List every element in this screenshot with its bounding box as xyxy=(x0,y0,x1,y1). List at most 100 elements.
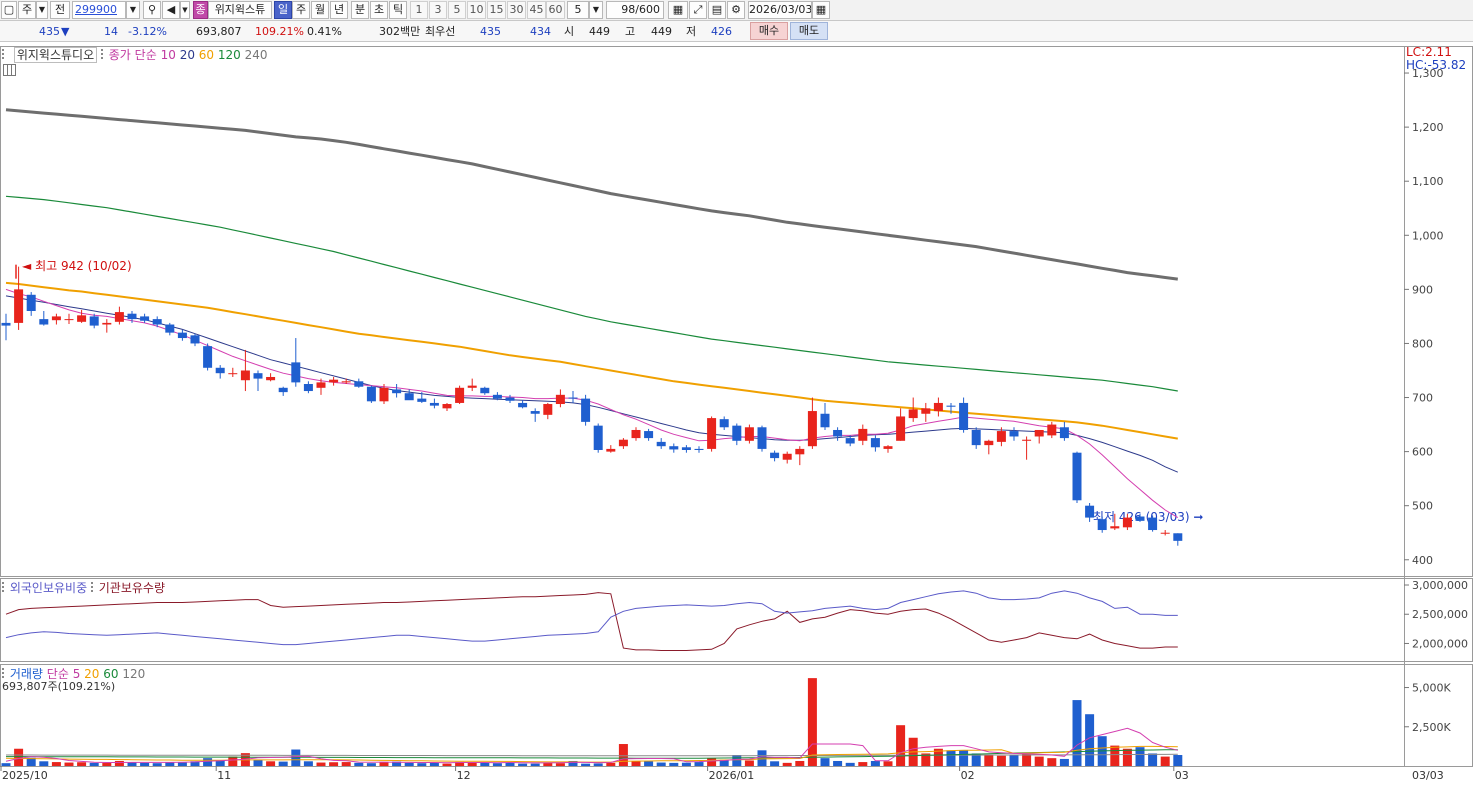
ma20-line xyxy=(5,295,1178,473)
volume-bar xyxy=(203,758,213,766)
save-icon[interactable]: ▤ xyxy=(708,1,726,19)
candle-body xyxy=(757,427,767,449)
candle-body xyxy=(1160,532,1170,534)
volume-bar xyxy=(770,761,780,766)
price-tick-label: 500 xyxy=(1412,500,1433,513)
candle-body xyxy=(1097,519,1107,531)
ma120-line xyxy=(5,195,1178,392)
volume-panel-frame xyxy=(0,664,1473,767)
interval-input[interactable]: 5 xyxy=(567,1,589,19)
volume-bar xyxy=(669,762,679,766)
candle-body xyxy=(316,382,326,388)
volume-bar xyxy=(341,762,351,766)
best-ask-label: 최우선 xyxy=(425,25,456,38)
prev-button[interactable]: 전 xyxy=(50,1,70,19)
holding-tick-label: 2,500,000 xyxy=(1412,608,1468,621)
step-1[interactable]: 1 xyxy=(410,1,428,19)
volume-bar xyxy=(782,762,792,766)
volume-bar xyxy=(1110,745,1120,766)
candle-body xyxy=(1135,516,1145,521)
week-toggle[interactable]: 주 xyxy=(18,1,36,19)
volume-bar xyxy=(1072,700,1082,766)
buy-button[interactable]: 매수 xyxy=(750,22,788,40)
sell-button[interactable]: 매도 xyxy=(790,22,828,40)
period-minute[interactable]: 분 xyxy=(351,1,369,19)
step-3[interactable]: 3 xyxy=(429,1,447,19)
candle-body xyxy=(656,441,666,447)
volume-bar xyxy=(858,762,868,766)
candle-body xyxy=(127,313,137,320)
candle-body xyxy=(555,394,565,405)
speaker-icon[interactable]: ◀ xyxy=(162,1,180,19)
volume-bar xyxy=(644,761,654,766)
search-icon[interactable]: ⚲ xyxy=(143,1,161,19)
period-tick[interactable]: 틱 xyxy=(389,1,407,19)
date-input[interactable]: 2026/03/03 xyxy=(748,1,812,19)
period-day[interactable]: 일 xyxy=(274,1,292,19)
candle-body xyxy=(782,453,792,460)
volume-bar xyxy=(984,755,994,766)
volume-bar xyxy=(833,760,843,766)
expand-icon[interactable]: ⤢ xyxy=(689,1,707,19)
volume-bar xyxy=(807,678,817,766)
candle-body xyxy=(870,438,880,448)
chart-toolbar: ▢ 주 ▼ 전 299900 ▼ ⚲ ◀ ▼ 종 위지윅스튜 일 주 월 년 분… xyxy=(0,0,1473,21)
interval-dropdown-icon[interactable]: ▼ xyxy=(589,1,603,19)
price-tick-label: 900 xyxy=(1412,283,1433,296)
candle-body xyxy=(190,335,200,344)
volume-bar xyxy=(505,762,515,766)
candle-body xyxy=(1009,431,1019,437)
candle-body xyxy=(455,387,465,403)
step-30[interactable]: 30 xyxy=(507,1,526,19)
candle-body xyxy=(39,319,49,325)
volume-bar xyxy=(518,763,528,766)
stock-type-badge: 종 xyxy=(193,1,208,19)
candle-body xyxy=(984,440,994,446)
volume-bar xyxy=(795,760,805,766)
x-tick-label: 03 xyxy=(1175,769,1189,782)
stock-chart[interactable]: 1,300 1,200 1,100 1,000 900 800 700 600 500 400 3,… xyxy=(0,42,1473,787)
volume-bar xyxy=(996,755,1006,766)
period-second[interactable]: 초 xyxy=(370,1,388,19)
period-year[interactable]: 년 xyxy=(330,1,348,19)
speaker-dropdown-icon[interactable]: ▼ xyxy=(180,1,190,19)
candle-body xyxy=(89,316,99,326)
price-tick-label: 600 xyxy=(1412,446,1433,459)
quote-bar: 435 ▼ 14 -3.12% 693,807 109.21% 0.41% 30… xyxy=(0,21,1473,42)
candle-body xyxy=(329,379,339,383)
scroll-icon[interactable]: ▦ xyxy=(668,1,688,19)
volume-bar xyxy=(316,762,326,766)
volume-bar xyxy=(77,762,87,766)
volume-bar xyxy=(1160,756,1170,766)
candle-body xyxy=(51,316,61,321)
candle-body xyxy=(946,405,956,407)
stock-code-input[interactable]: 299900 xyxy=(72,1,126,19)
volume-bar xyxy=(1173,755,1183,766)
gear-icon[interactable]: ⚙ xyxy=(727,1,745,19)
dropdown-icon[interactable]: ▼ xyxy=(36,1,48,19)
volume-bar xyxy=(681,762,691,766)
volume-bar xyxy=(64,762,74,766)
volume-bar xyxy=(266,761,276,766)
best-ask: 435 xyxy=(480,25,501,38)
volume-bar xyxy=(278,761,288,766)
code-dropdown-icon[interactable]: ▼ xyxy=(126,1,140,19)
candle-body xyxy=(429,402,439,406)
step-5[interactable]: 5 xyxy=(448,1,466,19)
candle-body xyxy=(177,332,187,339)
step-15[interactable]: 15 xyxy=(487,1,506,19)
candle-body xyxy=(833,429,843,437)
step-10[interactable]: 10 xyxy=(467,1,486,19)
candle-body xyxy=(379,387,389,402)
calendar-icon[interactable]: ▦ xyxy=(812,1,830,19)
step-45[interactable]: 45 xyxy=(527,1,546,19)
period-week[interactable]: 주 xyxy=(292,1,310,19)
x-tick-label: 2025/10 xyxy=(2,769,48,782)
window-icon[interactable]: ▢ xyxy=(1,1,17,19)
volume-bar xyxy=(1047,758,1057,766)
low-price: 426 xyxy=(711,25,732,38)
step-60[interactable]: 60 xyxy=(546,1,565,19)
period-month[interactable]: 월 xyxy=(311,1,329,19)
candle-body xyxy=(14,289,24,323)
candle-body xyxy=(152,319,162,325)
